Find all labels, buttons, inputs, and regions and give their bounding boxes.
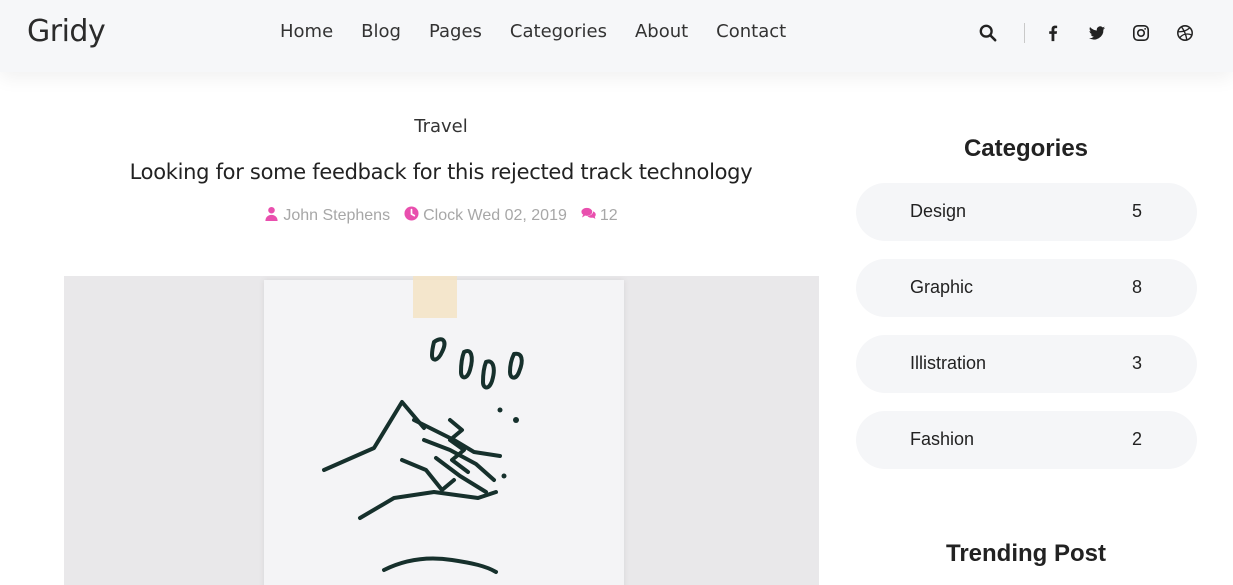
header-actions: [977, 21, 1218, 45]
main-nav: Home Blog Pages Categories About Contact: [280, 21, 814, 42]
date-text: Clock Wed 02, 2019: [423, 207, 567, 224]
nav-blog[interactable]: Blog: [361, 21, 401, 42]
instagram-icon[interactable]: [1130, 22, 1152, 44]
category-name: Graphic: [910, 277, 974, 297]
category-name: Fashion: [910, 429, 975, 449]
facebook-icon[interactable]: [1042, 22, 1064, 44]
nav-categories[interactable]: Categories: [510, 21, 607, 42]
tape-decoration: [413, 276, 457, 318]
trending-heading: Trending Post: [945, 540, 1106, 567]
nav-contact[interactable]: Contact: [716, 21, 786, 42]
user-icon: [264, 206, 283, 226]
header-divider: [1024, 23, 1025, 43]
category-item-fashion[interactable]: Fashion 2: [856, 411, 1197, 469]
category-item-illistration[interactable]: Illistration 3: [856, 335, 1197, 393]
twitter-icon[interactable]: [1086, 22, 1108, 44]
featured-image[interactable]: [64, 276, 819, 585]
dribbble-icon[interactable]: [1174, 22, 1196, 44]
post-category[interactable]: Travel: [0, 116, 882, 137]
category-name: Design: [910, 201, 967, 221]
post-date: Clock Wed 02, 2019: [404, 206, 567, 226]
social-links: [1042, 22, 1218, 44]
paper-illustration: [264, 280, 624, 585]
category-count: 5: [1132, 201, 1143, 221]
post-meta: John Stephens Clock Wed 02, 2019 12: [0, 206, 882, 226]
category-count: 8: [1132, 277, 1143, 297]
site-logo[interactable]: Gridy: [27, 14, 106, 49]
category-count: 2: [1132, 429, 1143, 449]
nav-home[interactable]: Home: [280, 21, 333, 42]
category-item-graphic[interactable]: Graphic 8: [856, 259, 1197, 317]
search-icon[interactable]: [977, 22, 999, 44]
post-title[interactable]: Looking for some feedback for this rejec…: [0, 160, 882, 184]
post-comments[interactable]: 12: [581, 206, 618, 226]
site-header: Gridy Home Blog Pages Categories About C…: [0, 0, 1233, 72]
categories-heading: Categories: [963, 135, 1089, 162]
category-count: 3: [1132, 353, 1143, 373]
nav-about[interactable]: About: [635, 21, 688, 42]
comment-count: 12: [599, 207, 618, 224]
clock-icon: [404, 206, 423, 226]
post-author[interactable]: John Stephens: [264, 206, 390, 226]
author-name: John Stephens: [283, 207, 391, 224]
comments-icon: [581, 206, 600, 226]
nav-pages[interactable]: Pages: [429, 21, 482, 42]
hand-drawing: [322, 337, 524, 574]
category-item-design[interactable]: Design 5: [856, 183, 1197, 241]
category-name: Illistration: [910, 353, 987, 373]
